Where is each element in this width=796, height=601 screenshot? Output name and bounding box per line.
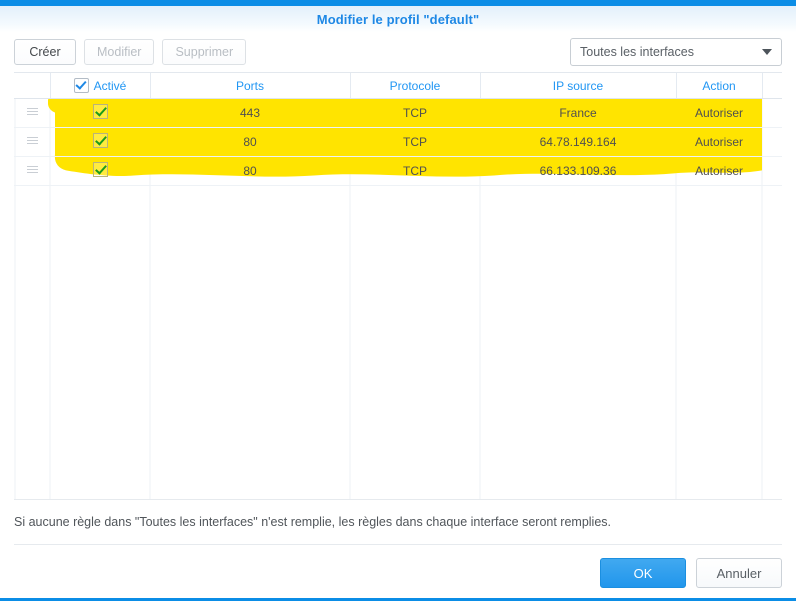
dialog-header: Modifier le profil "default" xyxy=(0,6,796,32)
row-source-ip: 64.78.149.164 xyxy=(480,127,676,157)
row-enabled-cell[interactable] xyxy=(50,127,150,157)
interface-select[interactable]: Toutes les interfaces xyxy=(570,38,782,66)
column-header-ports[interactable]: Ports xyxy=(150,73,351,99)
ok-button[interactable]: OK xyxy=(600,558,686,588)
column-header-enabled[interactable]: Activé xyxy=(50,73,151,99)
column-header-source-ip[interactable]: IP source xyxy=(480,73,677,99)
column-header-handle xyxy=(14,73,51,99)
row-action: Autoriser xyxy=(676,98,762,128)
row-drag-handle[interactable] xyxy=(14,127,50,157)
row-action: Autoriser xyxy=(676,156,762,186)
info-note-text: Si aucune règle dans "Toutes les interfa… xyxy=(14,515,611,529)
column-header-filler xyxy=(762,73,782,99)
row-drag-handle[interactable] xyxy=(14,156,50,186)
row-ports: 80 xyxy=(150,156,350,186)
create-button[interactable]: Créer xyxy=(14,39,76,65)
row-protocol: TCP xyxy=(350,156,480,186)
page-title: Modifier le profil "default" xyxy=(316,11,480,27)
row-protocol: TCP xyxy=(350,127,480,157)
table-row[interactable]: 80 TCP 66.133.109.36 Autoriser xyxy=(14,156,782,186)
column-header-action[interactable]: Action xyxy=(676,73,763,99)
row-enabled-checkbox[interactable] xyxy=(92,133,108,148)
column-header-protocol[interactable]: Protocole xyxy=(350,73,481,99)
table-row[interactable]: 443 TCP France Autoriser xyxy=(14,98,782,128)
table-header: Activé Ports Protocole IP source Action xyxy=(14,73,782,99)
row-action: Autoriser xyxy=(676,127,762,157)
interface-select-value: Toutes les interfaces xyxy=(580,45,694,59)
row-enabled-checkbox[interactable] xyxy=(92,162,108,177)
select-all-checkbox[interactable] xyxy=(73,78,89,93)
row-drag-handle[interactable] xyxy=(14,98,50,128)
toolbar: Créer Modifier Supprimer Toutes les inte… xyxy=(0,32,796,72)
row-filler xyxy=(762,98,782,128)
table-row[interactable]: 80 TCP 64.78.149.164 Autoriser xyxy=(14,127,782,157)
row-ports: 80 xyxy=(150,127,350,157)
cancel-button[interactable]: Annuler xyxy=(696,558,782,588)
row-filler xyxy=(762,127,782,157)
row-source-ip: 66.133.109.36 xyxy=(480,156,676,186)
row-enabled-cell[interactable] xyxy=(50,98,150,128)
drag-grip-icon xyxy=(26,135,38,146)
chevron-down-icon xyxy=(762,49,772,55)
column-header-enabled-label: Activé xyxy=(93,78,127,93)
row-ports: 443 xyxy=(150,98,350,128)
dialog-footer: OK Annuler xyxy=(14,544,782,601)
rules-table: Activé Ports Protocole IP source Action xyxy=(14,73,782,186)
row-enabled-checkbox[interactable] xyxy=(92,104,108,119)
row-source-ip: France xyxy=(480,98,676,128)
drag-grip-icon xyxy=(26,164,38,175)
table-body: 443 TCP France Autoriser 80 TCP 64.78.14… xyxy=(14,98,782,186)
firewall-profile-dialog: Modifier le profil "default" Créer Modif… xyxy=(0,0,796,601)
row-enabled-cell[interactable] xyxy=(50,156,150,186)
row-protocol: TCP xyxy=(350,98,480,128)
delete-button[interactable]: Supprimer xyxy=(162,39,247,65)
row-filler xyxy=(762,156,782,186)
table-header-row: Activé Ports Protocole IP source Action xyxy=(14,73,782,99)
rules-grid: Activé Ports Protocole IP source Action xyxy=(14,72,782,499)
drag-grip-icon xyxy=(26,106,38,117)
edit-button[interactable]: Modifier xyxy=(84,39,155,65)
info-note: Si aucune règle dans "Toutes les interfa… xyxy=(14,499,782,544)
